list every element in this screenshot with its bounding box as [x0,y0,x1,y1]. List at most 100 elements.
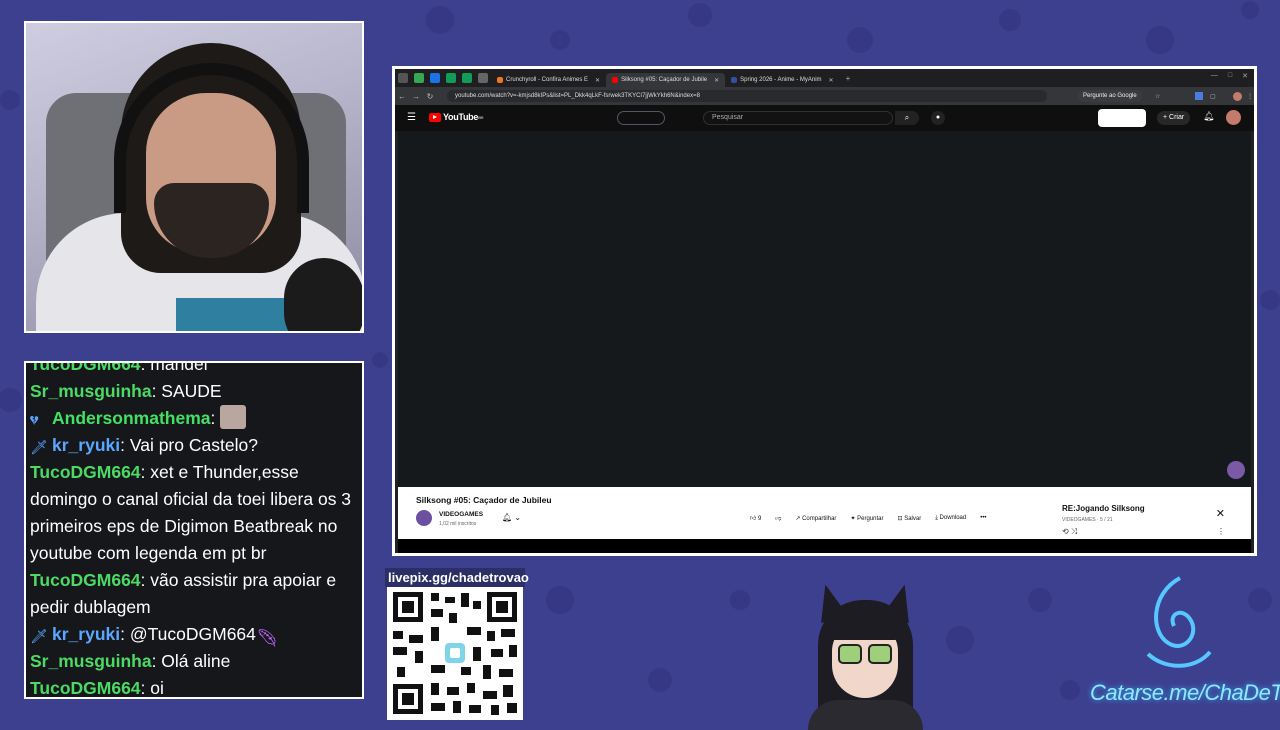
minimize-icon[interactable]: — [1211,72,1218,80]
menu-icon[interactable]: ⋮ [1247,93,1253,100]
video-actions: 👍︎ 9 👎︎ ↗ Compartilhar ✦ Perguntar ⊡ Sal… [750,514,987,523]
chat-text: oi [150,678,164,698]
feather-emote-icon: 🪶︎ [255,628,279,648]
chat-username[interactable]: Sr_musguinha [30,381,152,401]
subscribe-bell-icon[interactable]: 🔔︎ ⌄ [502,513,521,522]
docs-icon[interactable] [430,73,440,83]
browser-tab[interactable]: Spring 2026 - Anime - MyAnim ✕ [725,73,839,87]
like-button[interactable]: 👍︎ 9 [750,514,761,522]
search-placeholder: Pesquisar [712,114,744,121]
extensions-icon[interactable]: ▢ [1210,93,1216,100]
playlist-close-icon[interactable]: ✕ [1216,507,1225,520]
playlist-loop-shuffle-icons[interactable]: ⟲ ⤨ [1062,527,1077,537]
browser-window: Crunchyroll - Confira Animes E ✕ Silksong … [392,66,1257,556]
address-bar-row: ← → ↻ youtube.com/watch?v=-kmjsd8kIPs&li… [395,87,1254,105]
chat-text: Vai pro Castelo? [129,435,258,455]
sword-badge-icon: 🗡︎ [30,628,48,644]
chat-text: mandei [150,361,208,374]
ask-google-button[interactable]: Pergunte ao Google [1078,90,1142,102]
channel-watermark[interactable] [1227,461,1245,479]
channel-avatar[interactable] [416,510,432,526]
chat-message: TucoDGM664: oi [30,678,164,698]
create-button[interactable]: + Criar [1157,111,1191,125]
bottom-strip [398,539,1251,553]
sword-badge-icon: 🗡︎ [30,439,48,455]
notifications-icon[interactable]: 🔔︎ [1203,111,1214,122]
catarse-logo-icon [1146,576,1212,668]
browser-tab[interactable]: Silksong #05: Caçador de Jubile ✕ [606,73,726,87]
chat-username[interactable]: kr_ryuki [52,624,120,644]
ask-google-label: Pergunte ao Google [1083,93,1137,99]
video-info: Silksong #05: Caçador de Jubileu VIDEOGA… [398,487,1251,539]
chat-message: Sr_musguinha: SAUDE [30,381,222,401]
ask-label: Perguntar [857,515,884,522]
extension-icon[interactable] [478,73,488,83]
video-player[interactable] [398,131,1251,487]
tab-favicon-icon [731,77,738,83]
browser-tab[interactable]: Crunchyroll - Confira Animes E ✕ [491,73,606,87]
bookmark-star-icon[interactable]: ☆ [1155,93,1160,100]
livepix-label: livepix.gg/chadetrovao [385,568,529,587]
create-label: Criar [1169,114,1185,121]
chat-text: SAUDE [161,381,222,401]
sheets2-icon[interactable] [462,73,472,83]
catarse-link: Catarse.me/ChaDeTrovao [1090,680,1280,705]
new-tab-button[interactable]: + [846,74,851,83]
chat-username[interactable]: kr_ryuki [52,435,120,455]
hamburger-icon[interactable]: ☰ [407,112,416,123]
tab-close-icon[interactable]: ✕ [595,77,600,84]
tab-close-icon[interactable]: ✕ [829,77,834,84]
chat-username[interactable]: TucoDGM664 [30,363,141,374]
tab-search-icon[interactable] [398,73,408,83]
emote-icon [220,405,247,429]
forward-icon[interactable]: → [409,92,423,101]
chat-message: 🗡︎ kr_ryuki: @TucoDGM664 🪶︎ [30,624,279,648]
youtube-logo-text: YouTube [443,112,479,122]
chat-username[interactable]: Sr_musguinha [30,651,152,671]
chat-message: TucoDGM664: xet e Thunder,esse domingo o… [30,462,352,563]
avatar[interactable] [1226,110,1241,125]
download-label: Download [939,514,967,521]
qr-code [387,587,523,720]
search-icon[interactable]: ⌕ [895,111,919,125]
sheets-icon[interactable] [446,73,456,83]
webcam-feed [24,21,364,333]
dislike-button[interactable]: 👎︎ [775,514,781,522]
yt-pill[interactable] [617,111,665,125]
back-icon[interactable]: ← [395,92,409,101]
reload-icon[interactable]: ↻ [423,92,437,101]
chat-username[interactable]: TucoDGM664 [30,678,141,697]
extension-ext-icon[interactable] [1195,92,1203,100]
chat-username[interactable]: TucoDGM664 [30,570,141,590]
search-input[interactable]: Pesquisar [703,111,893,125]
tab-label: Crunchyroll - Confira Animes E [506,77,589,83]
url-field[interactable]: youtube.com/watch?v=-kmjsd8kIPs&list=PL_… [447,90,1047,102]
chat-message: 💔︎ Andersonmathema: [30,405,362,432]
like-count: 9 [757,516,762,522]
mic-icon[interactable]: ● [931,111,945,125]
channel-name[interactable]: VIDEOGAMES [439,511,483,518]
ask-button[interactable]: ✦ Perguntar [850,515,883,522]
channel-subs: 1,02 mil inscritos [439,521,477,527]
close-icon[interactable]: ✕ [1242,72,1248,80]
youtube-header: ☰ YouTube BR Pesquisar ⌕ ● + Criar 🔔︎ [395,105,1254,131]
maximize-icon[interactable]: □ [1228,72,1232,80]
tab-close-icon[interactable]: ✕ [714,77,719,84]
playlist-more-icon[interactable]: ⋮ [1217,527,1225,536]
more-actions-icon[interactable]: ••• [980,515,986,521]
profile-icon[interactable] [1233,91,1242,101]
youtube-logo[interactable]: YouTube BR [429,112,484,122]
playlist-title[interactable]: RE:Jogando Silksong [1062,504,1145,513]
save-label: Salvar [904,515,922,522]
share-button[interactable]: ↗ Compartilhar [795,515,836,522]
extension-widget[interactable] [1098,109,1146,127]
tab-label: Spring 2026 - Anime - MyAnim [740,77,822,83]
save-button[interactable]: ⊡ Salvar [898,515,922,522]
window-controls: — □ ✕ [1211,72,1248,80]
chat-username[interactable]: Andersonmathema [52,408,211,428]
chat-username[interactable]: TucoDGM664 [30,462,141,482]
drive-icon[interactable] [414,73,424,83]
download-button[interactable]: ⤓ Download [935,515,966,522]
heart-badge-icon: 💔︎ [30,412,39,428]
tab-bar: Crunchyroll - Confira Animes E ✕ Silksong … [395,69,1254,87]
